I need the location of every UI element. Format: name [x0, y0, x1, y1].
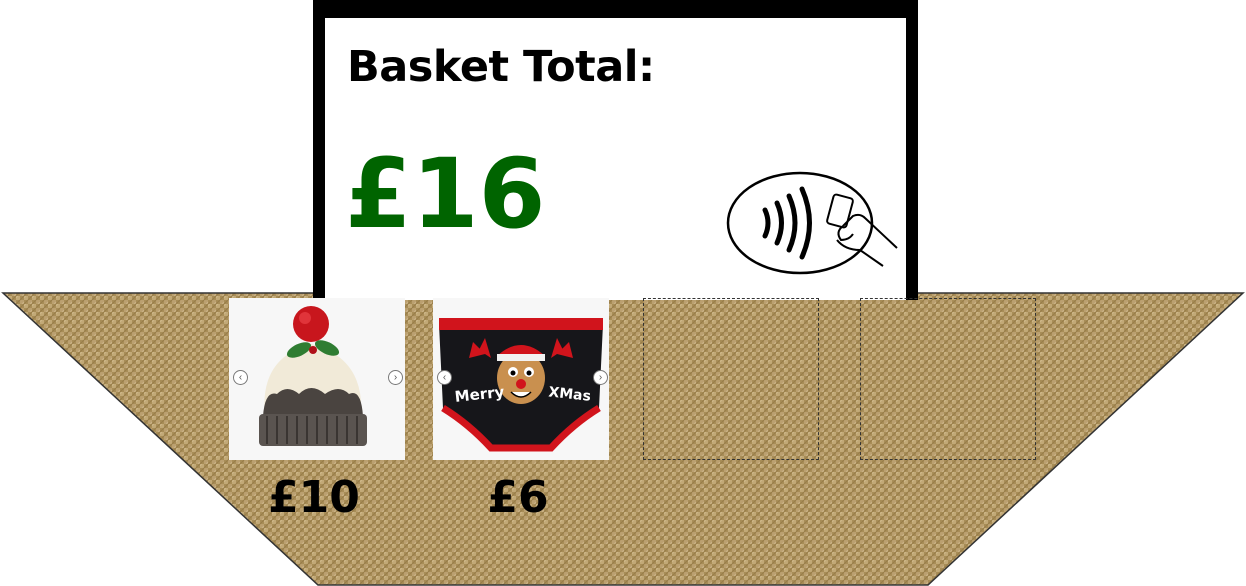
contactless-payment-icon[interactable]: [725, 168, 905, 278]
basket-total-label: Basket Total:: [347, 42, 655, 92]
chevron-left-icon[interactable]: ‹: [437, 370, 452, 385]
basket-total-value: £16: [345, 138, 546, 250]
basket-item-hat[interactable]: ‹ ›: [229, 298, 405, 460]
basket-total-panel: Basket Total: £16: [313, 0, 918, 300]
item-price-hat: £10: [268, 472, 360, 523]
basket-item-briefs[interactable]: Merry XMas ‹ ›: [433, 298, 609, 460]
christmas-pudding-hat-image: [229, 298, 405, 460]
chevron-left-icon[interactable]: ‹: [233, 370, 248, 385]
empty-basket-slot[interactable]: [643, 298, 819, 460]
chevron-right-icon[interactable]: ›: [593, 370, 608, 385]
reindeer-briefs-image: Merry XMas: [433, 298, 609, 460]
item-price-briefs: £6: [487, 472, 549, 523]
empty-basket-slot[interactable]: [860, 298, 1036, 460]
chevron-right-icon[interactable]: ›: [388, 370, 403, 385]
